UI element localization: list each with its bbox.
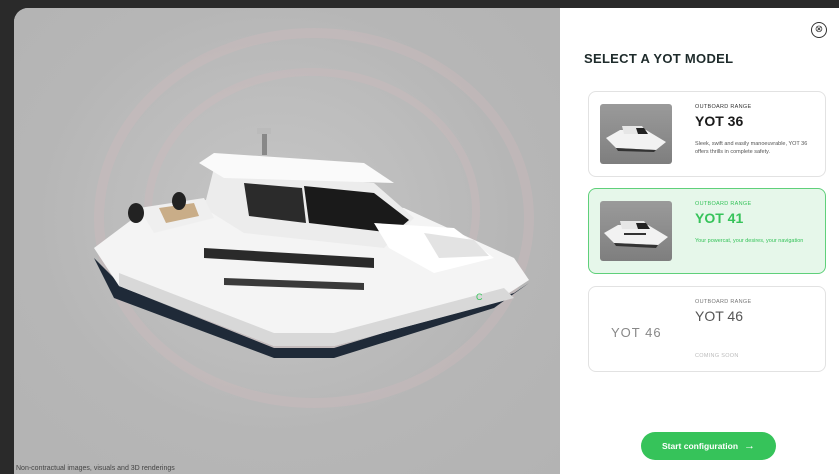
coming-soon-label: COMING SOON <box>695 353 739 359</box>
model-name: YOT 41 <box>695 210 744 226</box>
model-name: YOT 36 <box>695 113 744 129</box>
boat-rendering: C <box>94 128 529 358</box>
model-range-label: OUTBOARD RANGE <box>695 299 752 305</box>
model-description: Sleek, swift and easily manoeuvrable, YO… <box>695 141 808 155</box>
boat-3d-viewer[interactable]: C Non-contractual images, visuals and 3D… <box>14 8 560 474</box>
model-description: Your powercat, your desires, your naviga… <box>695 238 804 244</box>
model-thumbnail <box>600 104 672 164</box>
yot-46-logo: YOT 46 <box>611 325 662 340</box>
start-configuration-label: Start configuration <box>661 441 739 451</box>
model-selection-panel: ⊗ SELECT A YOT MODEL OUTBOARD RANGE YOT … <box>560 8 839 474</box>
model-range-label: OUTBOARD RANGE <box>695 104 752 110</box>
close-icon[interactable]: ⊗ <box>811 22 827 38</box>
arrow-right-icon: → <box>744 440 756 452</box>
model-range-label: OUTBOARD RANGE <box>695 201 752 207</box>
start-configuration-button[interactable]: Start configuration → <box>641 432 776 460</box>
model-card-yot-46[interactable]: YOT 46 OUTBOARD RANGE YOT 46 COMING SOON <box>588 286 826 372</box>
svg-text:C: C <box>476 292 483 302</box>
panel-title: SELECT A YOT MODEL <box>584 51 734 66</box>
model-card-yot-36[interactable]: OUTBOARD RANGE YOT 36 Sleek, swift and e… <box>588 91 826 177</box>
disclaimer-text: Non-contractual images, visuals and 3D r… <box>16 465 175 472</box>
configurator-window: C Non-contractual images, visuals and 3D… <box>14 8 839 474</box>
model-name: YOT 46 <box>695 308 743 324</box>
model-thumbnail <box>600 201 672 261</box>
model-card-yot-41[interactable]: OUTBOARD RANGE YOT 41 Your powercat, you… <box>588 188 826 274</box>
